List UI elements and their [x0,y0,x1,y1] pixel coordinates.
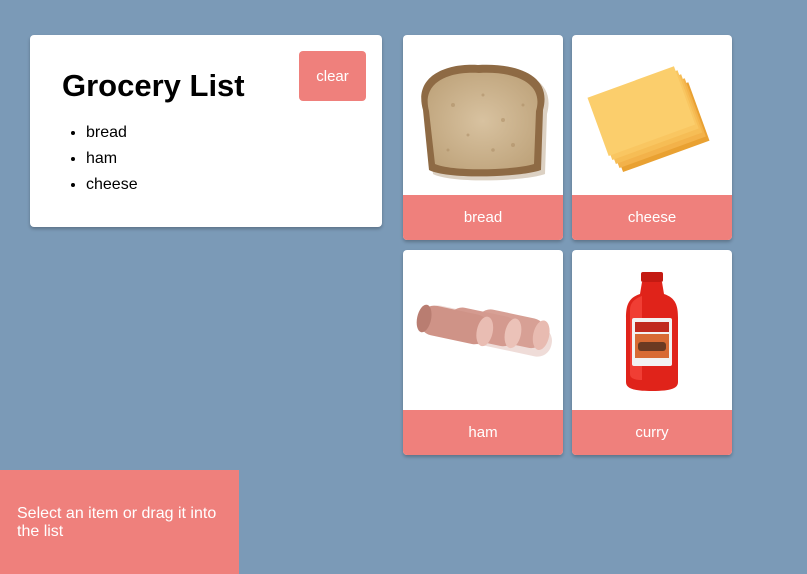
instruction-panel: Select an item or drag it into the list [0,470,239,574]
curry-bottle-icon [626,272,678,391]
list-title: Grocery List [62,68,245,103]
ham-rolls-icon [416,304,552,357]
tile-bread[interactable]: bread [403,35,563,240]
page: Grocery List clear bread ham cheese [0,0,807,574]
tile-label: ham [403,410,563,455]
tile-label: bread [403,195,563,240]
list-item: bread [86,123,138,149]
clear-button[interactable]: clear [299,51,366,101]
grocery-list-card[interactable]: Grocery List clear bread ham cheese [30,35,382,227]
list-item: cheese [86,175,138,201]
bread-slice-icon [421,64,549,181]
tile-curry[interactable]: curry [572,250,732,455]
grocery-items: bread ham cheese [86,123,138,201]
tile-cheese[interactable]: cheese [572,35,732,240]
tile-label: cheese [572,195,732,240]
list-item: ham [86,149,138,175]
tile-label: curry [572,410,732,455]
tile-ham[interactable]: ham [403,250,563,455]
cheese-slices-icon [587,66,710,173]
